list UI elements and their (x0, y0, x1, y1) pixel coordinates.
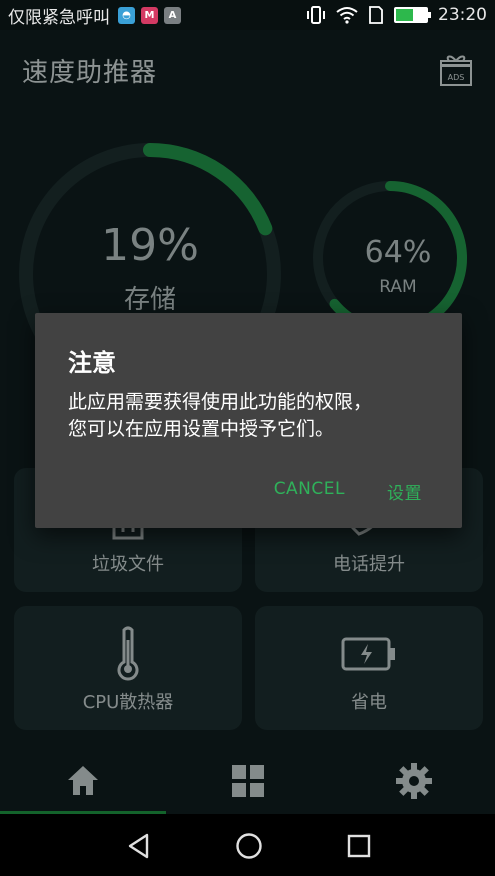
dialog-actions: CANCEL 设置 (274, 479, 422, 504)
dialog-title: 注意 (68, 349, 116, 377)
home-circle-icon[interactable] (235, 832, 263, 860)
status-bar: 仅限紧急呼叫 ◓ M A 23:20 (0, 0, 495, 30)
cancel-button[interactable]: CANCEL (274, 479, 345, 504)
gmail-icon: M (141, 6, 158, 24)
clock: 23:20 (438, 5, 487, 25)
notification-icons: ◓ M A (118, 6, 181, 24)
settings-button[interactable]: 设置 (387, 479, 422, 504)
dialog-message-line-2: 您可以在应用设置中授予它们。 (68, 418, 335, 440)
back-icon[interactable] (125, 832, 153, 860)
wifi-icon (336, 7, 358, 24)
recents-icon[interactable] (345, 832, 373, 860)
dialog-message: 此应用需要获得使用此功能的权限， 您可以在应用设置中授予它们。 (68, 389, 438, 443)
vibrate-icon (307, 6, 325, 24)
dialog-message-line-1: 此应用需要获得使用此功能的权限， (68, 391, 373, 413)
battery-icon (394, 7, 431, 23)
permission-dialog: 注意 此应用需要获得使用此功能的权限， 您可以在应用设置中授予它们。 CANCE… (35, 313, 462, 528)
carrier-text: 仅限紧急呼叫 (8, 7, 110, 28)
app-a-icon: A (164, 6, 181, 24)
android-icon: ◓ (118, 6, 135, 24)
system-nav-bar (0, 814, 495, 876)
sim-icon (369, 6, 383, 24)
status-icons: 23:20 (306, 5, 487, 25)
